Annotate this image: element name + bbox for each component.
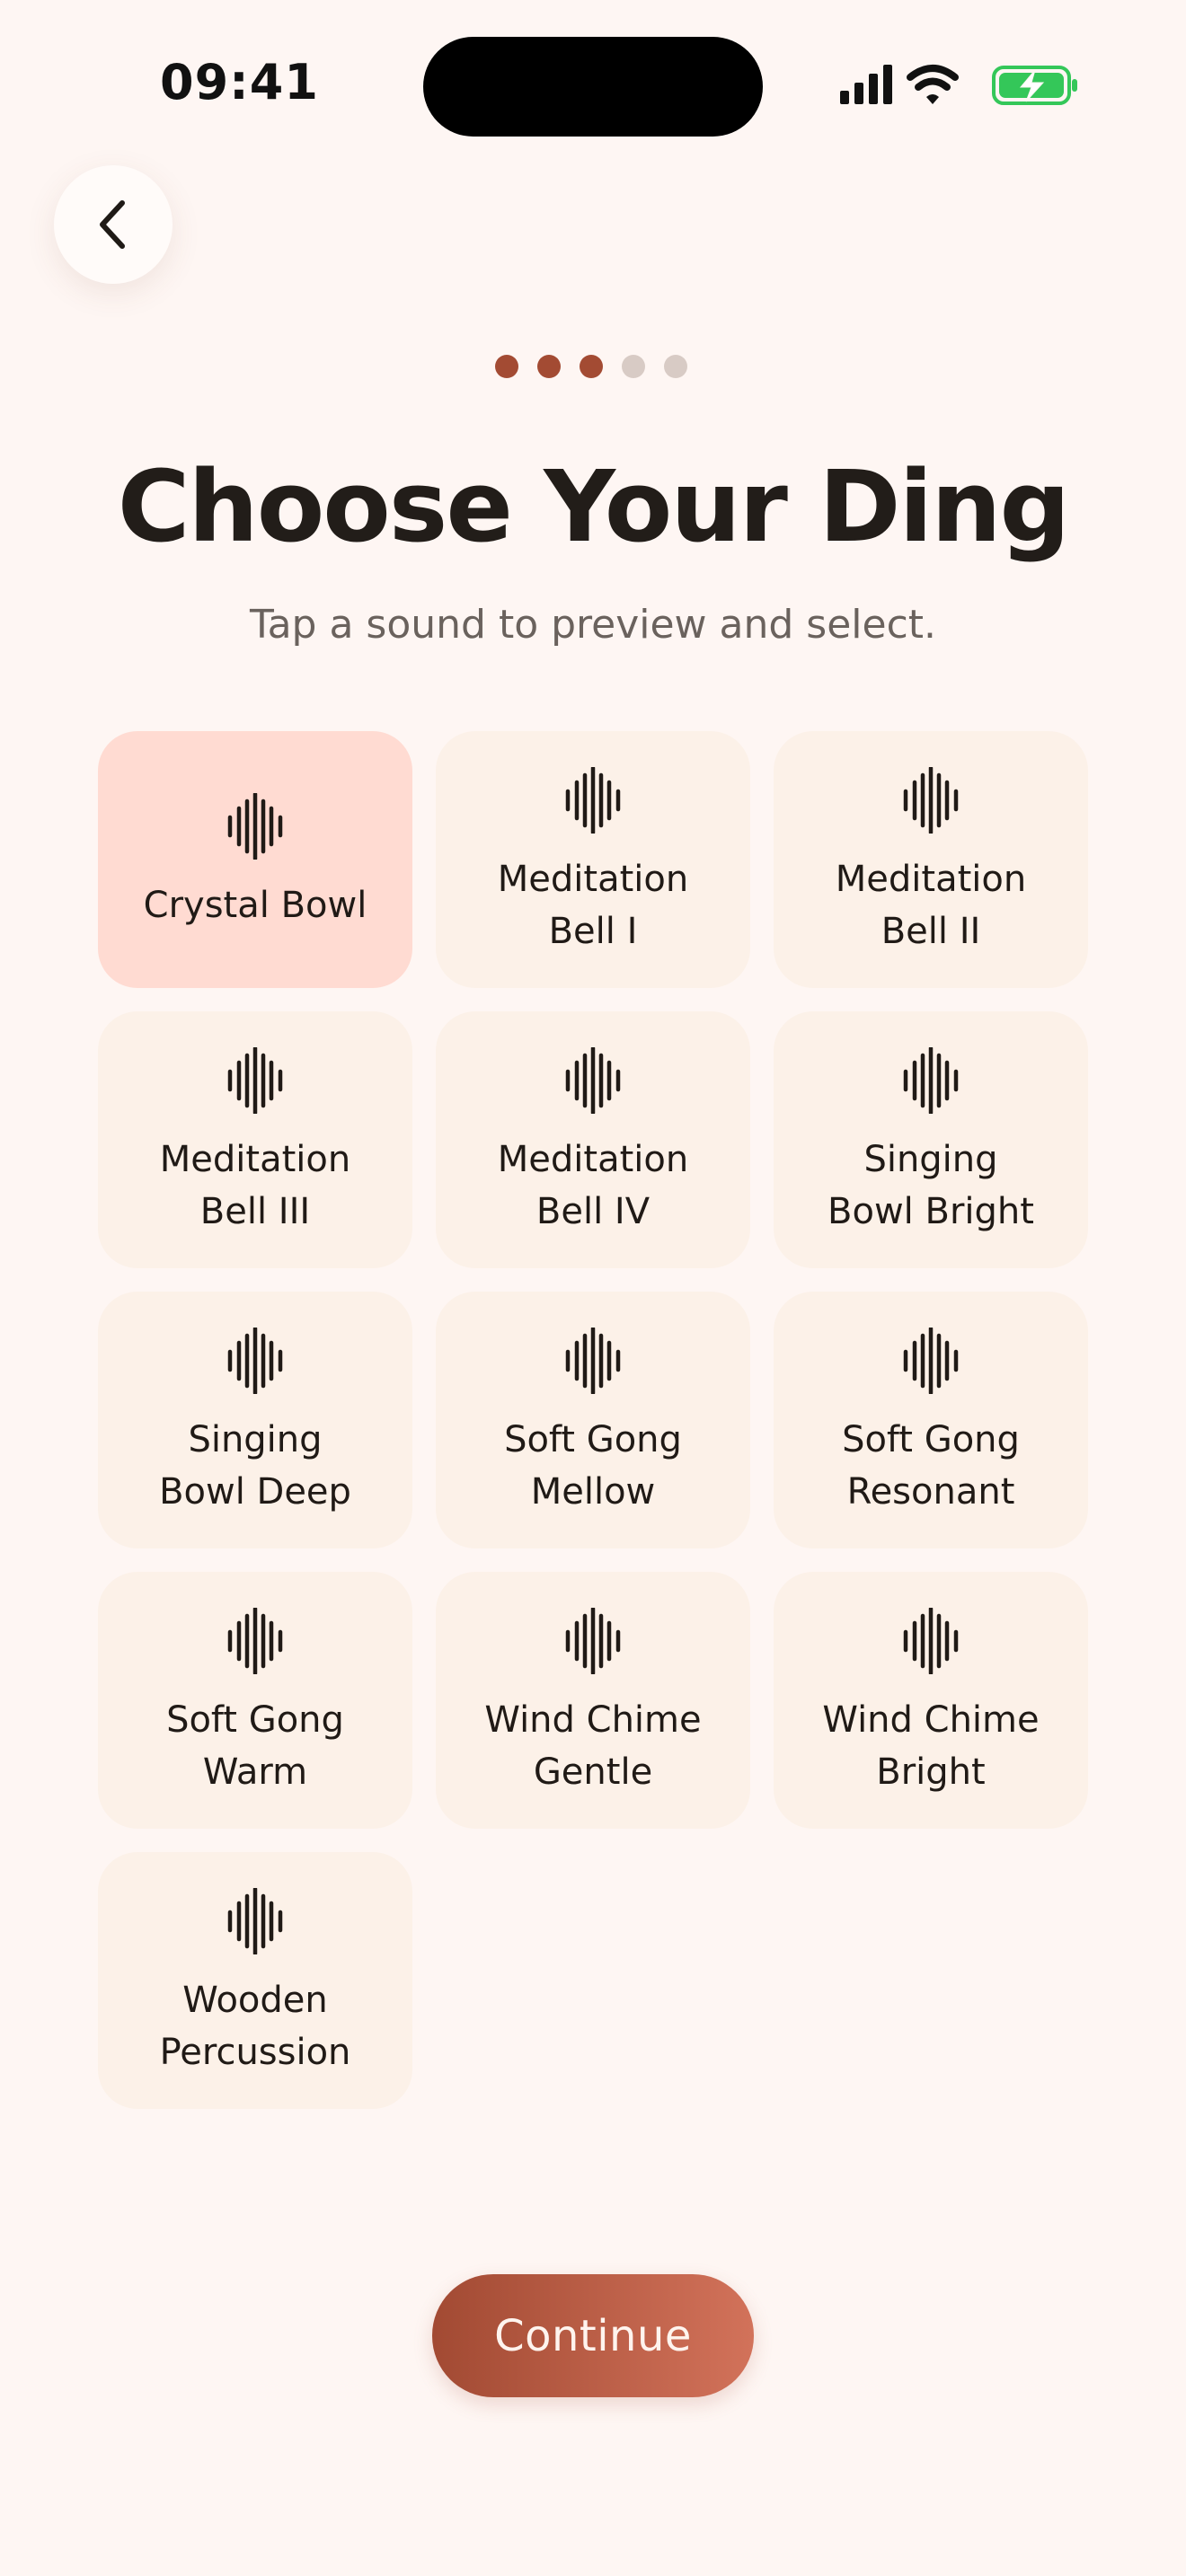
sound-tile-label: Wooden Percussion	[159, 1980, 351, 2073]
progress-dot-pending	[664, 355, 687, 378]
sound-tile-label: Meditation Bell III	[159, 1139, 351, 1232]
sound-tile-label: Crystal Bowl	[143, 885, 367, 926]
page-subtitle: Tap a sound to preview and select.	[249, 602, 937, 648]
sound-tile-label: Wind Chime Bright	[822, 1699, 1040, 1793]
sound-wave-icon	[565, 767, 621, 834]
sound-wave-icon	[227, 1608, 283, 1674]
sound-wave-icon	[565, 1328, 621, 1394]
progress-dot-complete	[537, 355, 561, 378]
progress-dot-pending	[622, 355, 645, 378]
sound-wave-icon	[565, 1047, 621, 1114]
sound-tile[interactable]: Meditation Bell II	[774, 731, 1088, 988]
sound-tile-label: Soft Gong Warm	[166, 1699, 344, 1793]
progress-dot-complete	[495, 355, 518, 378]
sound-tile-label: Wind Chime Gentle	[484, 1699, 702, 1793]
back-button[interactable]	[54, 165, 173, 284]
sound-tile[interactable]: Singing Bowl Bright	[774, 1011, 1088, 1268]
sound-wave-icon	[903, 767, 959, 834]
sound-tile[interactable]: Soft Gong Warm	[98, 1572, 412, 1829]
sound-tile-label: Singing Bowl Deep	[159, 1419, 351, 1513]
sound-tile[interactable]: Crystal Bowl	[98, 731, 412, 988]
signal-icon	[840, 65, 892, 104]
sound-wave-icon	[903, 1047, 959, 1114]
status-time: 09:41	[160, 54, 319, 110]
status-icons	[840, 65, 1077, 105]
sound-tile-label: Meditation Bell II	[835, 859, 1027, 952]
page-title: Choose Your Ding	[117, 449, 1071, 564]
battery-charging-icon	[992, 66, 1077, 105]
sound-tile-label: Soft Gong Resonant	[842, 1419, 1020, 1513]
sound-grid: Crystal Bowl Meditation Bell I Meditation …	[98, 731, 1089, 2109]
status-bar: 09:41	[0, 0, 1186, 171]
sound-tile[interactable]: Meditation Bell IV	[436, 1011, 750, 1268]
sound-tile[interactable]: Singing Bowl Deep	[98, 1292, 412, 1548]
sound-wave-icon	[227, 1328, 283, 1394]
sound-tile[interactable]: Meditation Bell I	[436, 731, 750, 988]
sound-wave-icon	[227, 1047, 283, 1114]
sound-tile-label: Soft Gong Mellow	[504, 1419, 682, 1513]
sound-tile[interactable]: Soft Gong Resonant	[774, 1292, 1088, 1548]
sound-wave-icon	[227, 793, 283, 860]
sound-tile[interactable]: Wind Chime Bright	[774, 1572, 1088, 1829]
sound-tile-label: Meditation Bell I	[497, 859, 689, 952]
sound-wave-icon	[227, 1888, 283, 1954]
sound-wave-icon	[903, 1608, 959, 1674]
continue-button-label: Continue	[494, 2310, 692, 2361]
sound-tile-label: Meditation Bell IV	[497, 1139, 689, 1232]
sound-tile[interactable]: Soft Gong Mellow	[436, 1292, 750, 1548]
sound-wave-icon	[565, 1608, 621, 1674]
sound-tile-label: Singing Bowl Bright	[828, 1139, 1034, 1232]
dynamic-island	[423, 37, 763, 137]
sound-tile[interactable]: Wind Chime Gentle	[436, 1572, 750, 1829]
continue-button[interactable]: Continue	[432, 2274, 754, 2397]
wifi-icon	[907, 65, 959, 104]
progress-dot-complete	[580, 355, 603, 378]
chevron-left-icon	[100, 200, 125, 249]
sound-wave-icon	[903, 1328, 959, 1394]
sound-tile[interactable]: Wooden Percussion	[98, 1852, 412, 2109]
sound-tile[interactable]: Meditation Bell III	[98, 1011, 412, 1268]
